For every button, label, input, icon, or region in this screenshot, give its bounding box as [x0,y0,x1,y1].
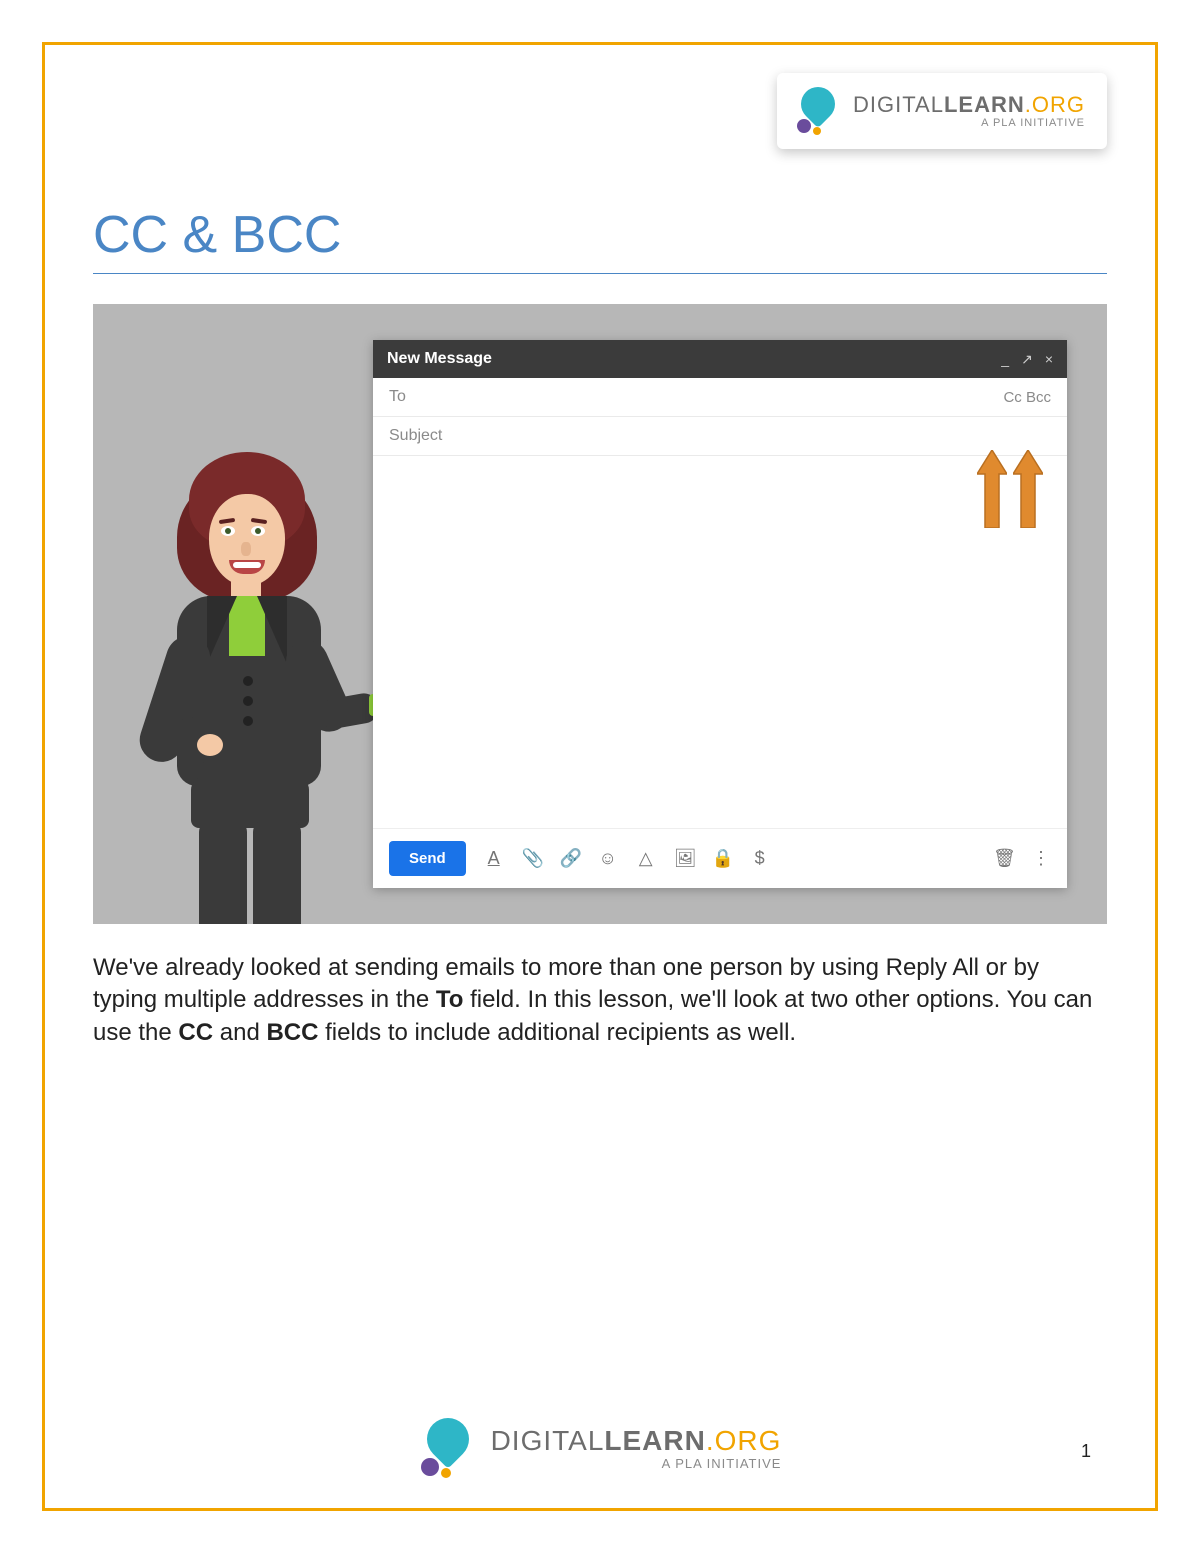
para-bold-to: To [436,986,464,1013]
attach-icon[interactable]: 📎 [522,848,542,869]
logo-word-digital: DIGITAL [853,92,944,117]
compose-body[interactable] [373,456,1067,828]
logo-tagline: A PLA INITIATIVE [853,118,1085,129]
link-icon[interactable]: 🔗 [560,848,580,869]
compose-window: New Message _ ↗ × To Cc Bcc Subject [373,340,1067,888]
title-rule [93,273,1107,274]
logo-mark-icon [419,1418,479,1478]
pointer-arrow-icon [1013,450,1043,528]
subject-label: Subject [389,427,442,445]
emoji-icon[interactable]: ☺ [598,848,618,869]
logo-tagline: A PLA INITIATIVE [491,1457,782,1470]
lesson-paragraph: We've already looked at sending emails t… [93,952,1107,1049]
para-bold-bcc: BCC [266,1019,318,1046]
footer-logo: DIGITALLEARN.ORG A PLA INITIATIVE [45,1418,1155,1478]
logo-card-top: DIGITALLEARN.ORG A PLA INITIATIVE [777,73,1107,149]
money-icon[interactable]: $ [750,848,770,869]
photo-icon[interactable]: 🖼 [674,848,694,869]
cc-link[interactable]: Cc [1003,389,1021,406]
logo-word-digital: DIGITAL [491,1425,605,1456]
para-text: and [213,1019,266,1046]
logo-word-org: .ORG [1025,92,1085,117]
compose-title: New Message [387,350,492,368]
compose-titlebar: New Message _ ↗ × [373,340,1067,378]
minimize-icon[interactable]: _ [1001,351,1009,368]
logo-text: DIGITALLEARN.ORG A PLA INITIATIVE [853,94,1085,129]
bcc-link[interactable]: Bcc [1026,389,1051,406]
logo-word-learn: LEARN [604,1425,705,1456]
to-row[interactable]: To Cc Bcc [373,378,1067,417]
screenshot-figure: New Message _ ↗ × To Cc Bcc Subject [93,304,1107,924]
send-button[interactable]: Send [389,841,466,876]
logo-word-org: .ORG [706,1425,782,1456]
format-icon[interactable]: A [484,848,504,869]
logo-text: DIGITALLEARN.ORG A PLA INITIATIVE [491,1427,782,1470]
instructor-avatar [133,424,363,924]
logo-mark-icon [795,87,843,135]
para-bold-cc: CC [178,1019,213,1046]
logo-word-learn: LEARN [944,92,1025,117]
compose-toolbar: Send A 📎 🔗 ☺ △ 🖼 🔒 $ 🗑 ⋮ [373,828,1067,888]
subject-row[interactable]: Subject [373,417,1067,456]
confidential-icon[interactable]: 🔒 [712,848,732,869]
drive-icon[interactable]: △ [636,848,656,869]
page-title: CC & BCC [93,205,1107,265]
pointer-arrow-icon [977,450,1007,528]
to-label: To [389,388,406,406]
expand-icon[interactable]: ↗ [1021,351,1033,368]
page-number: 1 [1081,1441,1091,1462]
trash-icon[interactable]: 🗑 [993,848,1013,869]
close-icon[interactable]: × [1045,351,1053,368]
para-text: fields to include additional recipients … [318,1019,796,1046]
more-icon[interactable]: ⋮ [1031,848,1051,869]
